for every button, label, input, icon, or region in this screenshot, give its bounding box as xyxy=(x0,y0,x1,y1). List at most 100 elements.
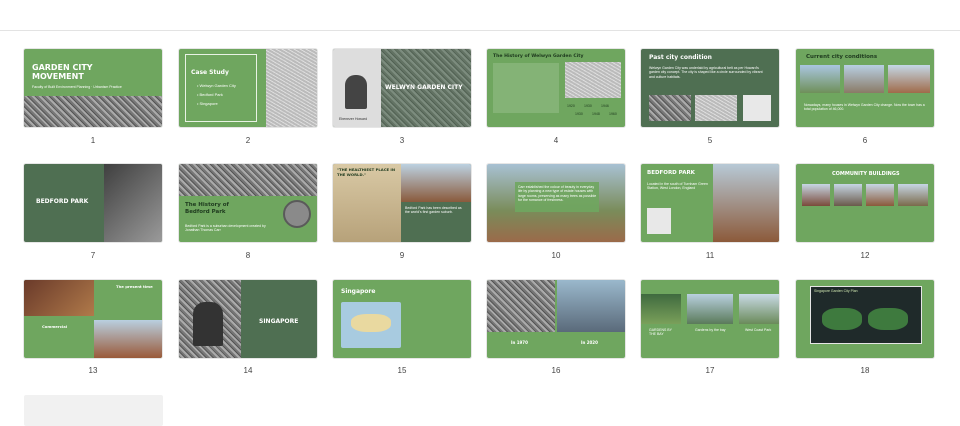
slide-6-photo-3 xyxy=(888,65,930,93)
slide-number-6: 6 xyxy=(862,136,868,145)
slide-sorter-grid: GARDEN CITY MOVEMENT Faculty of Built En… xyxy=(0,0,960,426)
slide-number-3: 3 xyxy=(399,136,405,145)
slide-8-title: The History of Bedford Park xyxy=(185,202,229,215)
slide-thumbnail-12[interactable]: COMMUNITY BUILDINGS xyxy=(796,164,934,242)
slide-number-5: 5 xyxy=(707,136,713,145)
slide-thumbnail-2[interactable]: Case Study • Welwyn Garden City • Bedfor… xyxy=(179,49,317,127)
slide-8-medallion xyxy=(283,200,311,228)
slide-number-14: 14 xyxy=(243,366,253,375)
slide-13-title: The present time xyxy=(116,284,153,289)
slide-12-building-2 xyxy=(834,184,862,206)
slide-thumbnail-14[interactable]: SINGAPORE xyxy=(179,280,317,358)
slide-number-8: 8 xyxy=(245,251,251,260)
slide-18-title: Singapore Garden City Plan xyxy=(814,289,858,293)
slide-9-title: "THE HEALTHIEST PLACE IN THE WORLD." xyxy=(337,167,396,177)
slide-12-building-4 xyxy=(898,184,928,206)
slide-thumbnail-8[interactable]: The History of Bedford Park Bedford Park… xyxy=(179,164,317,242)
slide-thumbnail-1[interactable]: GARDEN CITY MOVEMENT Faculty of Built En… xyxy=(24,49,162,127)
slide-7-photo xyxy=(104,164,162,242)
slide-1-photo xyxy=(24,96,162,127)
slide-6-body: Nowadays, many houses in Welwyn Garden C… xyxy=(804,103,925,112)
slide-12-title: COMMUNITY BUILDINGS xyxy=(832,171,900,177)
slide-12-building-3 xyxy=(866,184,894,206)
slide-4-year-5: 1948 xyxy=(592,112,600,116)
slide-4-year-1: 1920 xyxy=(567,104,575,108)
slide-17-photo-2 xyxy=(687,294,733,324)
slide-5-photo-1 xyxy=(649,95,691,121)
slide-number-1: 1 xyxy=(90,136,96,145)
slide-8-body: Bedford Park is a suburban development c… xyxy=(185,224,266,233)
slide-13-interior xyxy=(24,280,94,316)
slide-number-9: 9 xyxy=(399,251,405,260)
slide-4-year-3: 1946 xyxy=(601,104,609,108)
slide-number-7: 7 xyxy=(90,251,96,260)
slide-6-photo-1 xyxy=(800,65,840,93)
slide-thumbnail-6[interactable]: Current city conditions Nowadays, many h… xyxy=(796,49,934,127)
slide-thumbnail-19-partial[interactable] xyxy=(24,395,163,426)
slide-14-title: SINGAPORE xyxy=(259,318,299,325)
slide-thumbnail-5[interactable]: Past city condition Welwyn Garden City w… xyxy=(641,49,779,127)
slide-6-photo-2 xyxy=(844,65,884,93)
slide-11-body: Located in the south of Turnham Green St… xyxy=(647,182,708,191)
slide-2-bullet-1: • Welwyn Garden City xyxy=(197,83,236,88)
slide-number-4: 4 xyxy=(553,136,559,145)
slide-number-16: 16 xyxy=(551,366,561,375)
slide-2-bullet-3: • Singapore xyxy=(197,101,218,106)
slide-16-label-left: In 1970 xyxy=(511,340,528,345)
slide-thumbnail-9[interactable]: "THE HEALTHIEST PLACE IN THE WORLD." Bed… xyxy=(333,164,471,242)
slide-18-island-1 xyxy=(822,308,862,330)
slide-15-title: Singapore xyxy=(341,288,376,295)
slide-4-year-2: 1930 xyxy=(584,104,592,108)
slide-number-17: 17 xyxy=(705,366,715,375)
slide-3-caption: Ebenezer Howard xyxy=(339,117,368,121)
slide-thumbnail-13[interactable]: The present time Commercial xyxy=(24,280,162,358)
slide-9-body: Bedford Park has been described as the w… xyxy=(405,206,462,215)
slide-5-title: Past city condition xyxy=(649,54,712,61)
slide-thumbnail-11[interactable]: BEDFORD PARK Located in the south of Tur… xyxy=(641,164,779,242)
slide-number-15: 15 xyxy=(397,366,407,375)
slide-6-title: Current city conditions xyxy=(806,54,878,60)
slide-10-body: Carr established the colour of beauty in… xyxy=(518,185,597,203)
slide-2-bullet-2: • Bedford Park xyxy=(197,92,223,97)
slide-5-body: Welwyn Garden City was underlaid by agri… xyxy=(649,66,763,79)
slide-17-photo-3 xyxy=(739,294,779,324)
slide-thumbnail-18[interactable]: Singapore Garden City Plan xyxy=(796,280,934,358)
slide-thumbnail-7[interactable]: BEDFORD PARK xyxy=(24,164,162,242)
slide-8-photo xyxy=(179,164,317,196)
slide-3-title: WELWYN GARDEN CITY xyxy=(385,84,463,91)
slide-18-island-2 xyxy=(868,308,908,330)
slide-thumbnail-16[interactable]: In 1970 In 2020 xyxy=(487,280,625,358)
slide-11-photo xyxy=(713,164,779,242)
slide-16-label-right: In 2020 xyxy=(581,340,598,345)
slide-17-photo-1 xyxy=(641,294,681,324)
slide-number-13: 13 xyxy=(88,366,98,375)
slide-number-2: 2 xyxy=(245,136,251,145)
slide-11-title: BEDFORD PARK xyxy=(647,170,695,176)
slide-thumbnail-10[interactable]: Carr established the colour of beauty in… xyxy=(487,164,625,242)
slide-thumbnail-17[interactable]: GARDENS BY THE BAY Gardens by the bay We… xyxy=(641,280,779,358)
slide-number-10: 10 xyxy=(551,251,561,260)
slide-16-photo-2020 xyxy=(557,280,625,332)
slide-2-title: Case Study xyxy=(191,69,229,76)
slide-13-exterior xyxy=(94,320,162,358)
slide-4-title: The History of Welwyn Garden City xyxy=(493,54,584,59)
slide-17-label-3: West Coast Park xyxy=(745,328,772,332)
slide-number-12: 12 xyxy=(860,251,870,260)
slide-number-18: 18 xyxy=(860,366,870,375)
slide-16-photo-1970 xyxy=(487,280,555,332)
slide-thumbnail-3[interactable]: Ebenezer Howard WELWYN GARDEN CITY xyxy=(333,49,471,127)
slide-4-year-6: 1960 xyxy=(609,112,617,116)
slide-11-plan xyxy=(647,208,671,234)
slide-17-label-1: GARDENS BY THE BAY xyxy=(649,328,672,337)
slide-14-portrait xyxy=(193,302,223,346)
slide-5-plan xyxy=(743,95,771,121)
slide-1-title: GARDEN CITY MOVEMENT xyxy=(32,63,93,81)
slide-number-11: 11 xyxy=(705,251,715,260)
slide-1-subtitle: Faculty of Built Environment Planning · … xyxy=(32,85,122,89)
slide-4-year-4: 1930 xyxy=(575,112,583,116)
slide-4-map xyxy=(565,62,621,98)
slide-15-island xyxy=(351,314,391,332)
slide-thumbnail-4[interactable]: The History of Welwyn Garden City 1920 1… xyxy=(487,49,625,127)
slide-thumbnail-15[interactable]: Singapore xyxy=(333,280,471,358)
slide-5-photo-2 xyxy=(695,95,737,121)
